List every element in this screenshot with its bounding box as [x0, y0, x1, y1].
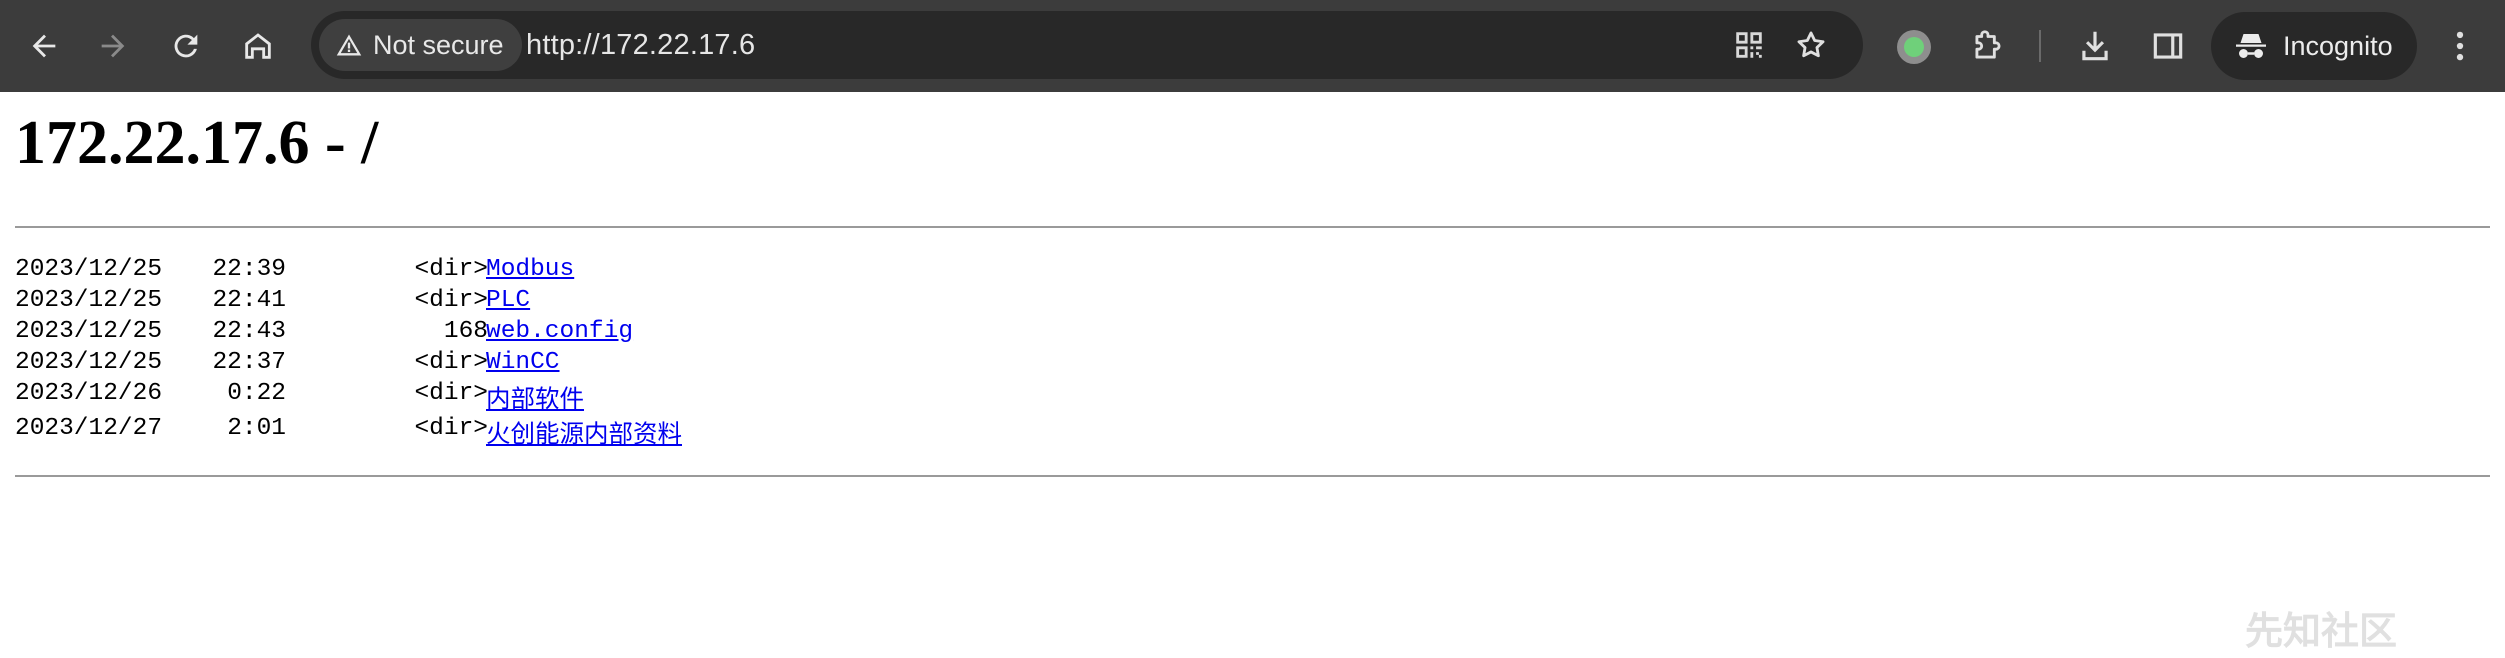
entry-time: 22:37 [212, 349, 286, 376]
entry-time: 22:43 [212, 318, 286, 345]
entry-time: 22:39 [212, 256, 286, 283]
entry-link-web-config[interactable]: web.config [486, 318, 633, 345]
entry-time: 22:41 [212, 287, 286, 314]
page-title: 172.22.17.6 - / [15, 109, 379, 177]
back-button[interactable] [20, 22, 68, 70]
home-button[interactable] [234, 22, 282, 70]
reload-button[interactable] [162, 22, 210, 70]
extensions-icon[interactable] [1969, 27, 2007, 65]
incognito-icon [2236, 34, 2266, 58]
entry-link-internal-documents[interactable]: 火创能源内部资料 [486, 415, 682, 450]
qr-code-icon[interactable] [1732, 28, 1766, 62]
browser-toolbar: Not secure http://172.22.17.6 Incognito [0, 0, 2505, 92]
home-icon [245, 33, 271, 59]
entry-date: 2023/12/26 [15, 380, 163, 407]
entry-date: 2023/12/25 [15, 287, 163, 314]
reload-icon [174, 34, 198, 58]
incognito-label: Incognito [2283, 30, 2393, 61]
entry-link-internal-software[interactable]: 内部软件 [486, 380, 584, 415]
entry-link-plc[interactable]: PLC [486, 287, 530, 314]
url-text[interactable]: http://172.22.17.6 [526, 11, 755, 79]
entry-size: 168 [443, 318, 488, 345]
security-indicator[interactable]: Not secure [319, 19, 522, 71]
forward-arrow-icon [101, 34, 125, 58]
security-label: Not secure [373, 29, 504, 60]
top-divider [15, 226, 2490, 228]
bookmark-star-icon[interactable] [1794, 28, 1828, 62]
download-icon[interactable] [2076, 27, 2114, 65]
entry-size: <dir> [414, 415, 488, 442]
toolbar-separator [2039, 30, 2041, 62]
forward-button[interactable] [89, 22, 137, 70]
profile-icon[interactable] [1897, 30, 1931, 64]
entry-time: 2:01 [227, 415, 286, 442]
warning-icon [336, 34, 362, 56]
entry-size: <dir> [414, 287, 488, 314]
entry-date: 2023/12/25 [15, 256, 163, 283]
entry-date: 2023/12/27 [15, 415, 163, 442]
bottom-divider [15, 475, 2490, 477]
back-arrow-icon [32, 34, 56, 58]
entry-time: 0:22 [227, 380, 286, 407]
more-menu-icon[interactable] [2441, 27, 2479, 65]
entry-size: <dir> [414, 380, 488, 407]
entry-size: <dir> [414, 349, 488, 376]
side-panel-icon[interactable] [2149, 27, 2187, 65]
entry-link-modbus[interactable]: Modbus [486, 256, 574, 283]
entry-date: 2023/12/25 [15, 349, 163, 376]
watermark: 先知社区 [2245, 609, 2398, 653]
entry-date: 2023/12/25 [15, 318, 163, 345]
incognito-indicator[interactable]: Incognito [2211, 12, 2417, 80]
address-bar[interactable]: Not secure http://172.22.17.6 [311, 11, 1863, 79]
entry-size: <dir> [414, 256, 488, 283]
entry-link-wincc[interactable]: WinCC [486, 349, 560, 376]
